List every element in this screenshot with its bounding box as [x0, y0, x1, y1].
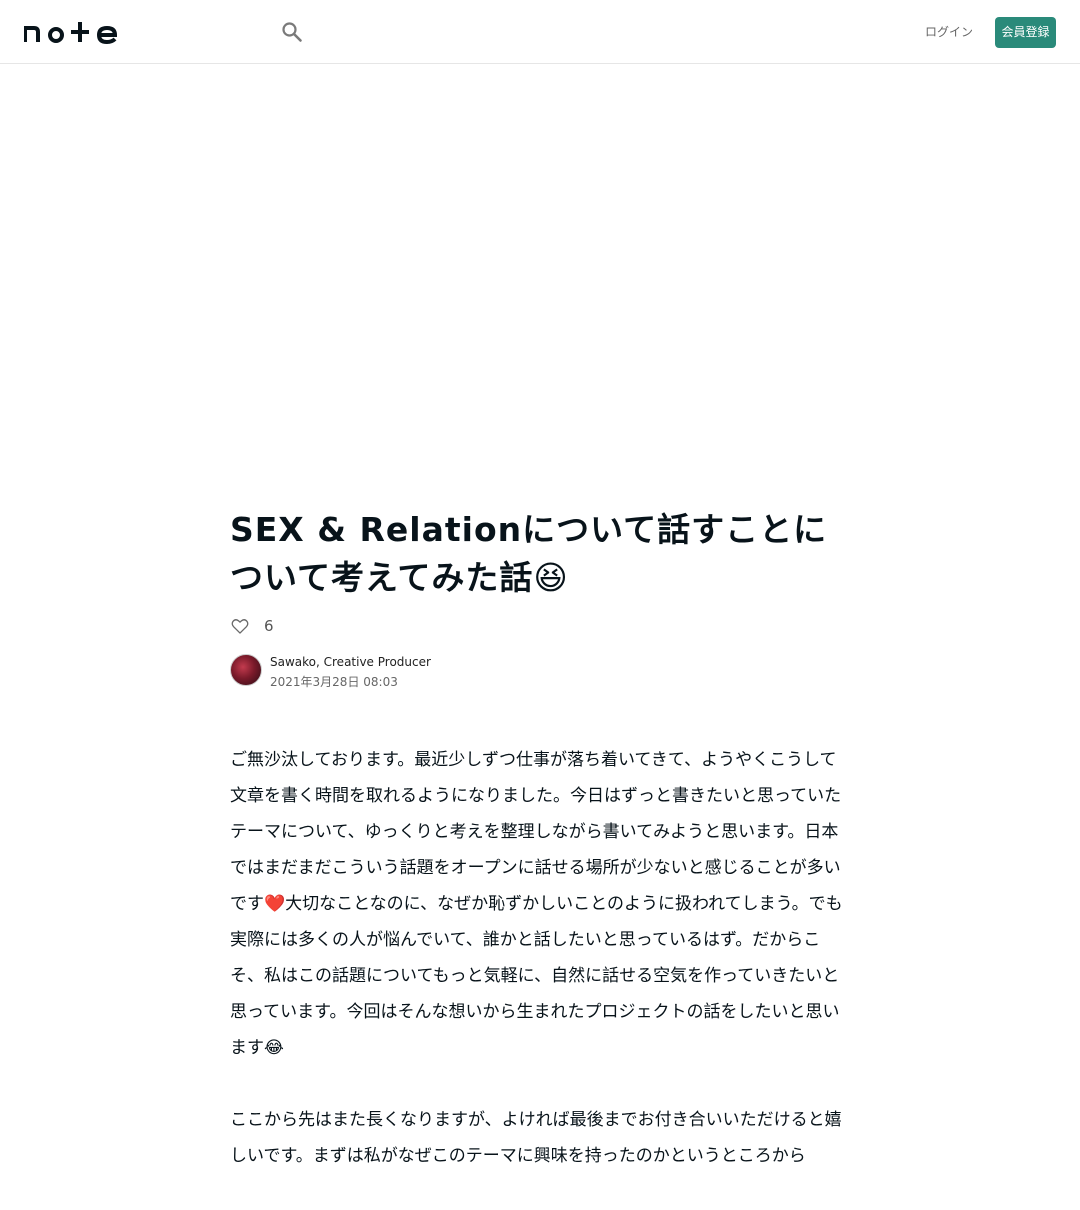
author-name[interactable]: Sawako, Creative Producer [270, 655, 431, 669]
body-paragraph: ご無沙汰しております。最近少しずつ仕事が落ち着いてきて、ようやくこうして文章を書… [230, 750, 843, 1058]
search-icon[interactable] [280, 20, 304, 44]
note-logo[interactable] [24, 20, 124, 44]
site-header: ログイン 会員登録 [0, 0, 1080, 64]
author-avatar[interactable] [230, 654, 262, 686]
body-paragraph: ここから先はまた長くなりますが、よければ最後までお付き合いいただけると嬉しいです… [230, 1110, 842, 1166]
like-area: 6 [230, 614, 274, 638]
signup-button[interactable]: 会員登録 [995, 17, 1056, 48]
article-body: ご無沙汰しております。最近少しずつ仕事が落ち着いてきて、ようやくこうして文章を書… [230, 742, 852, 1210]
article: SEX & Relationについて話すことについて考えてみた話😆 6 Sawa… [230, 506, 852, 1166]
article-title: SEX & Relationについて話すことについて考えてみた話😆 [230, 510, 828, 597]
login-link[interactable]: ログイン [922, 22, 976, 42]
like-count: 6 [264, 617, 274, 635]
heart-outline-icon[interactable] [230, 616, 250, 636]
post-date: 2021年3月28日 08:03 [270, 675, 398, 689]
